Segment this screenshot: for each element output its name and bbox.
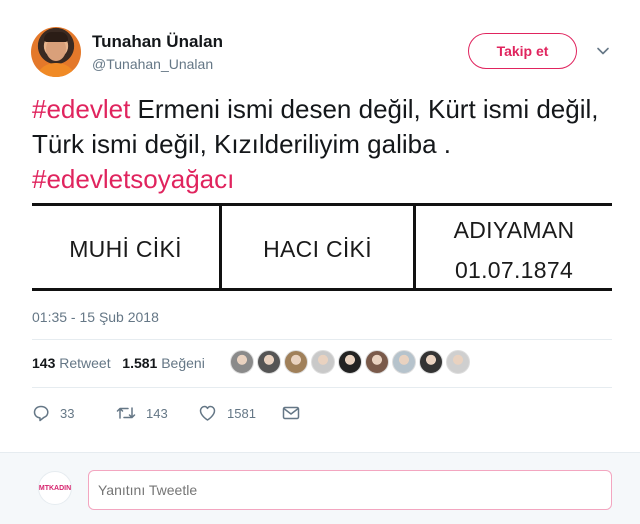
display-name[interactable]: Tunahan Ünalan — [92, 32, 223, 52]
liker-avatar[interactable] — [257, 350, 281, 374]
reply-count: 33 — [60, 405, 75, 421]
divider — [32, 339, 612, 340]
tweet-text: #edevlet Ermeni ismi desen değil, Kürt i… — [32, 92, 612, 197]
liker-avatar[interactable] — [392, 350, 416, 374]
divider — [32, 387, 612, 388]
tweet-media-image[interactable]: MUHİ CİKİ HACI CİKİ ADIYAMAN 01.07.1874 — [32, 203, 612, 291]
media-cell-name: MUHİ CİKİ — [69, 236, 182, 262]
liker-avatar[interactable] — [419, 350, 443, 374]
like-count[interactable]: 1.581 — [122, 355, 157, 371]
retweet-label[interactable]: Retweet — [59, 355, 110, 371]
liker-avatar[interactable] — [338, 350, 362, 374]
like-button[interactable]: 1581 — [198, 402, 256, 424]
tweet-stats: 143 Retweet 1.581 Beğeni — [32, 355, 205, 371]
liker-avatar[interactable] — [284, 350, 308, 374]
liker-avatar[interactable] — [446, 350, 470, 374]
reply-icon — [33, 405, 49, 422]
reply-button[interactable]: 33 — [32, 402, 74, 424]
tweet-timestamp[interactable]: 01:35 - 15 Şub 2018 — [32, 309, 159, 325]
direct-message-button[interactable] — [282, 402, 310, 424]
liker-avatars[interactable] — [230, 350, 473, 376]
retweet-action-count: 143 — [146, 405, 168, 421]
follow-button[interactable]: Takip et — [468, 33, 577, 69]
liker-avatar[interactable] — [311, 350, 335, 374]
like-action-count: 1581 — [227, 405, 256, 421]
retweet-button[interactable]: 143 — [116, 402, 168, 424]
retweet-icon — [116, 407, 136, 419]
media-cell-father: HACI CİKİ — [263, 236, 372, 262]
reply-area: MTKADIN — [0, 452, 640, 524]
retweet-count[interactable]: 143 — [32, 355, 55, 371]
media-cell-place: ADIYAMAN — [453, 217, 575, 243]
chevron-down-icon[interactable] — [596, 44, 610, 58]
liker-avatar[interactable] — [365, 350, 389, 374]
envelope-icon — [282, 406, 300, 420]
like-label[interactable]: Beğeni — [161, 355, 205, 371]
avatar-shirt — [35, 63, 77, 77]
reply-input[interactable] — [88, 470, 612, 510]
avatar-hair — [44, 32, 68, 42]
heart-icon — [199, 405, 216, 421]
avatar[interactable] — [31, 27, 81, 77]
media-cell-date: 01.07.1874 — [454, 257, 574, 283]
reply-avatar: MTKADIN — [38, 471, 72, 505]
reply-avatar-logo: MTKADIN — [38, 484, 72, 492]
user-handle[interactable]: @Tunahan_Unalan — [92, 56, 213, 72]
hashtag-edevlet[interactable]: #edevlet — [32, 94, 130, 124]
hashtag-edevletsoyagaci[interactable]: #edevletsoyağacı — [32, 164, 234, 194]
liker-avatar[interactable] — [230, 350, 254, 374]
